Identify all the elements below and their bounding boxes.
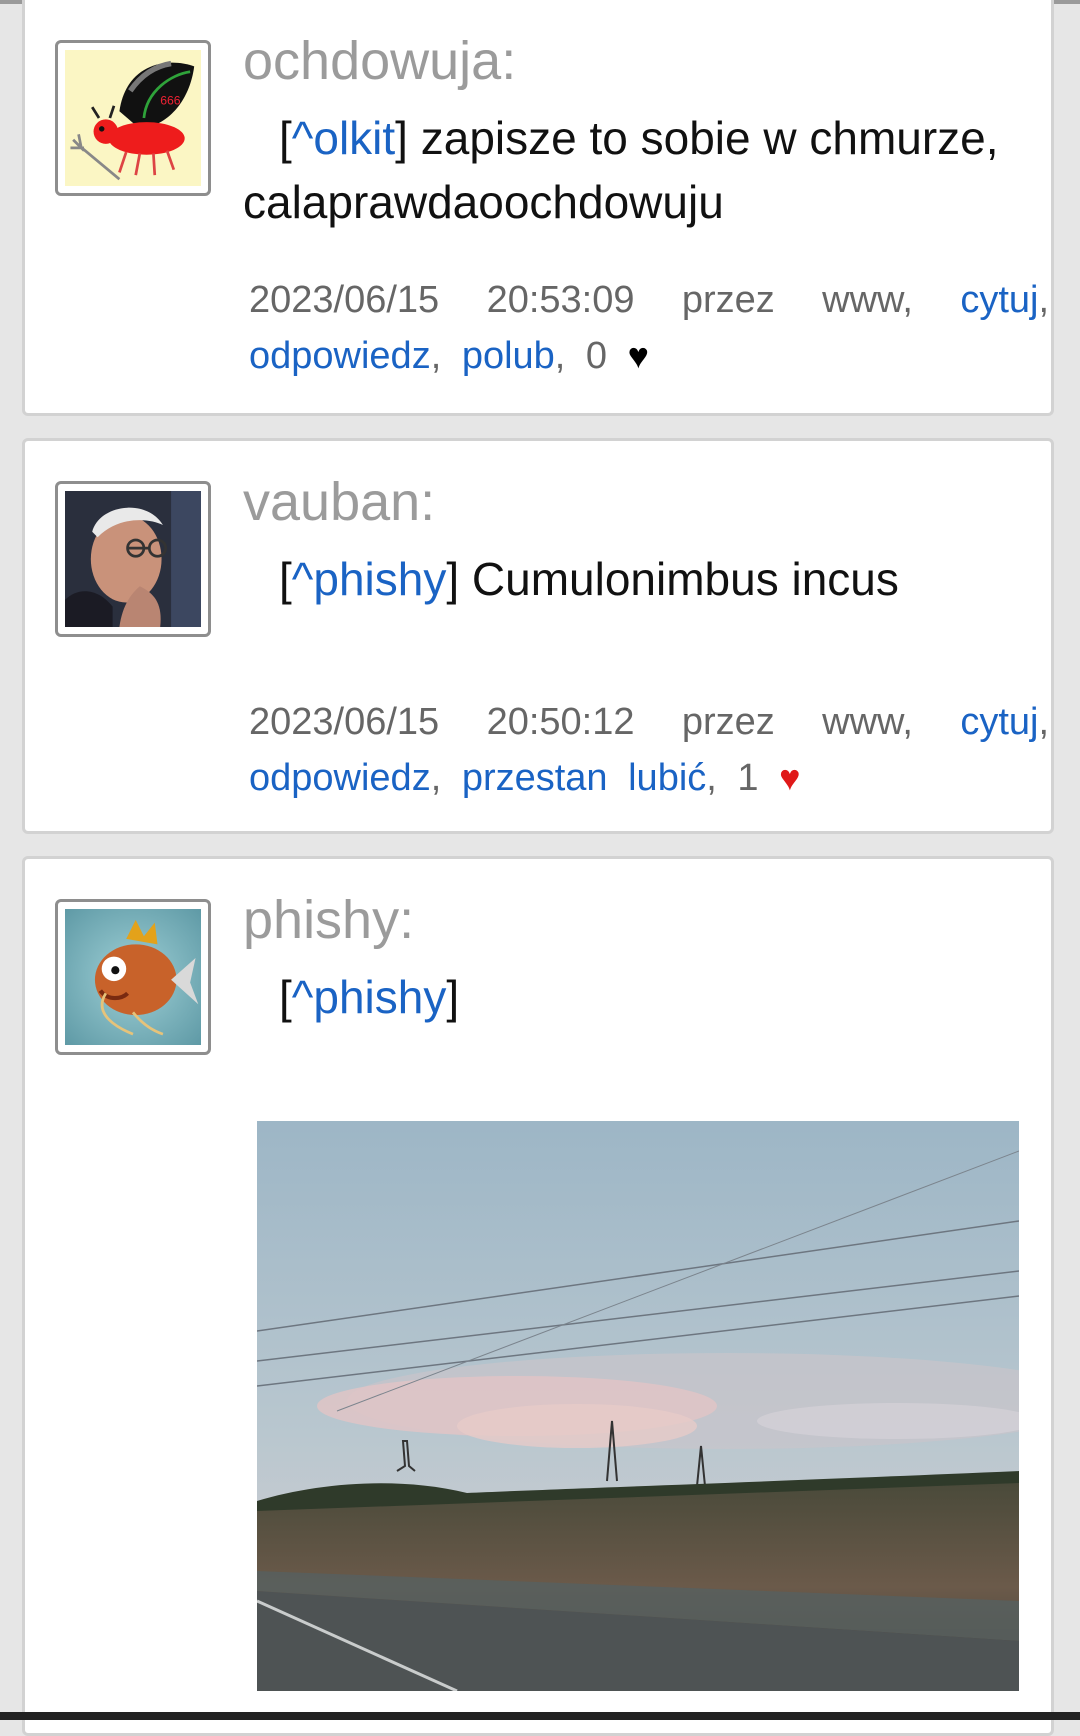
comment-post: vauban: [^phishy] Cumulonimbus incus 202… [22, 438, 1054, 834]
heart-icon: ♥ [627, 335, 649, 376]
avatar[interactable] [55, 899, 211, 1055]
comment-post: phishy: [^phishy] [22, 856, 1054, 1736]
reply-link[interactable]: odpowiedz [249, 757, 431, 799]
cumulonimbus-cloud-photo-icon [257, 1121, 1019, 1691]
post-time: 20:53:09 [486, 279, 635, 321]
comment-body: Cumulonimbus incus [459, 553, 899, 605]
post-source: przez www, [681, 279, 913, 321]
comment-meta: 2023/06/15 20:50:12 przez www, cytuj, od… [249, 701, 1050, 799]
username[interactable]: vauban: [243, 471, 435, 533]
svg-text:666: 666 [160, 93, 181, 107]
avatar[interactable] [55, 481, 211, 637]
mention-link[interactable]: ^phishy [292, 553, 447, 605]
username[interactable]: phishy: [243, 889, 414, 951]
like-count: 0 [585, 335, 608, 377]
reply-link[interactable]: odpowiedz [249, 335, 431, 377]
avatar[interactable]: 666 [55, 40, 211, 196]
like-link[interactable]: polub [462, 335, 555, 377]
heart-icon: ♥ [779, 757, 801, 798]
comment-text: [^olkit] zapisze to sobie w chmurze, cal… [243, 112, 999, 228]
post-time: 20:50:12 [486, 701, 635, 743]
comment-text: [^phishy] Cumulonimbus incus [279, 553, 899, 605]
quote-link[interactable]: cytuj [960, 279, 1038, 321]
comment-text: [^phishy] [279, 971, 460, 1023]
unlike-link[interactable]: przestan lubić [462, 757, 706, 799]
mention-link[interactable]: ^phishy [292, 971, 447, 1023]
devil-fly-icon: 666 [65, 50, 201, 186]
bottom-edge [0, 1712, 1080, 1720]
mention-link[interactable]: ^olkit [292, 112, 395, 164]
username[interactable]: ochdowuja: [243, 30, 516, 92]
post-date: 2023/06/15 [249, 701, 440, 743]
comment-post: 666 ochdowuja: [^olkit] zapisze to sobie… [22, 0, 1054, 416]
cloud-photo[interactable] [257, 1121, 1019, 1691]
post-source: przez www, [681, 701, 913, 743]
comment-meta: 2023/06/15 20:53:09 przez www, cytuj, od… [249, 279, 1050, 377]
fish-icon [65, 909, 201, 1045]
elderly-man-icon [65, 491, 201, 627]
like-count: 1 [737, 757, 759, 799]
post-date: 2023/06/15 [249, 279, 440, 321]
quote-link[interactable]: cytuj [960, 701, 1038, 743]
